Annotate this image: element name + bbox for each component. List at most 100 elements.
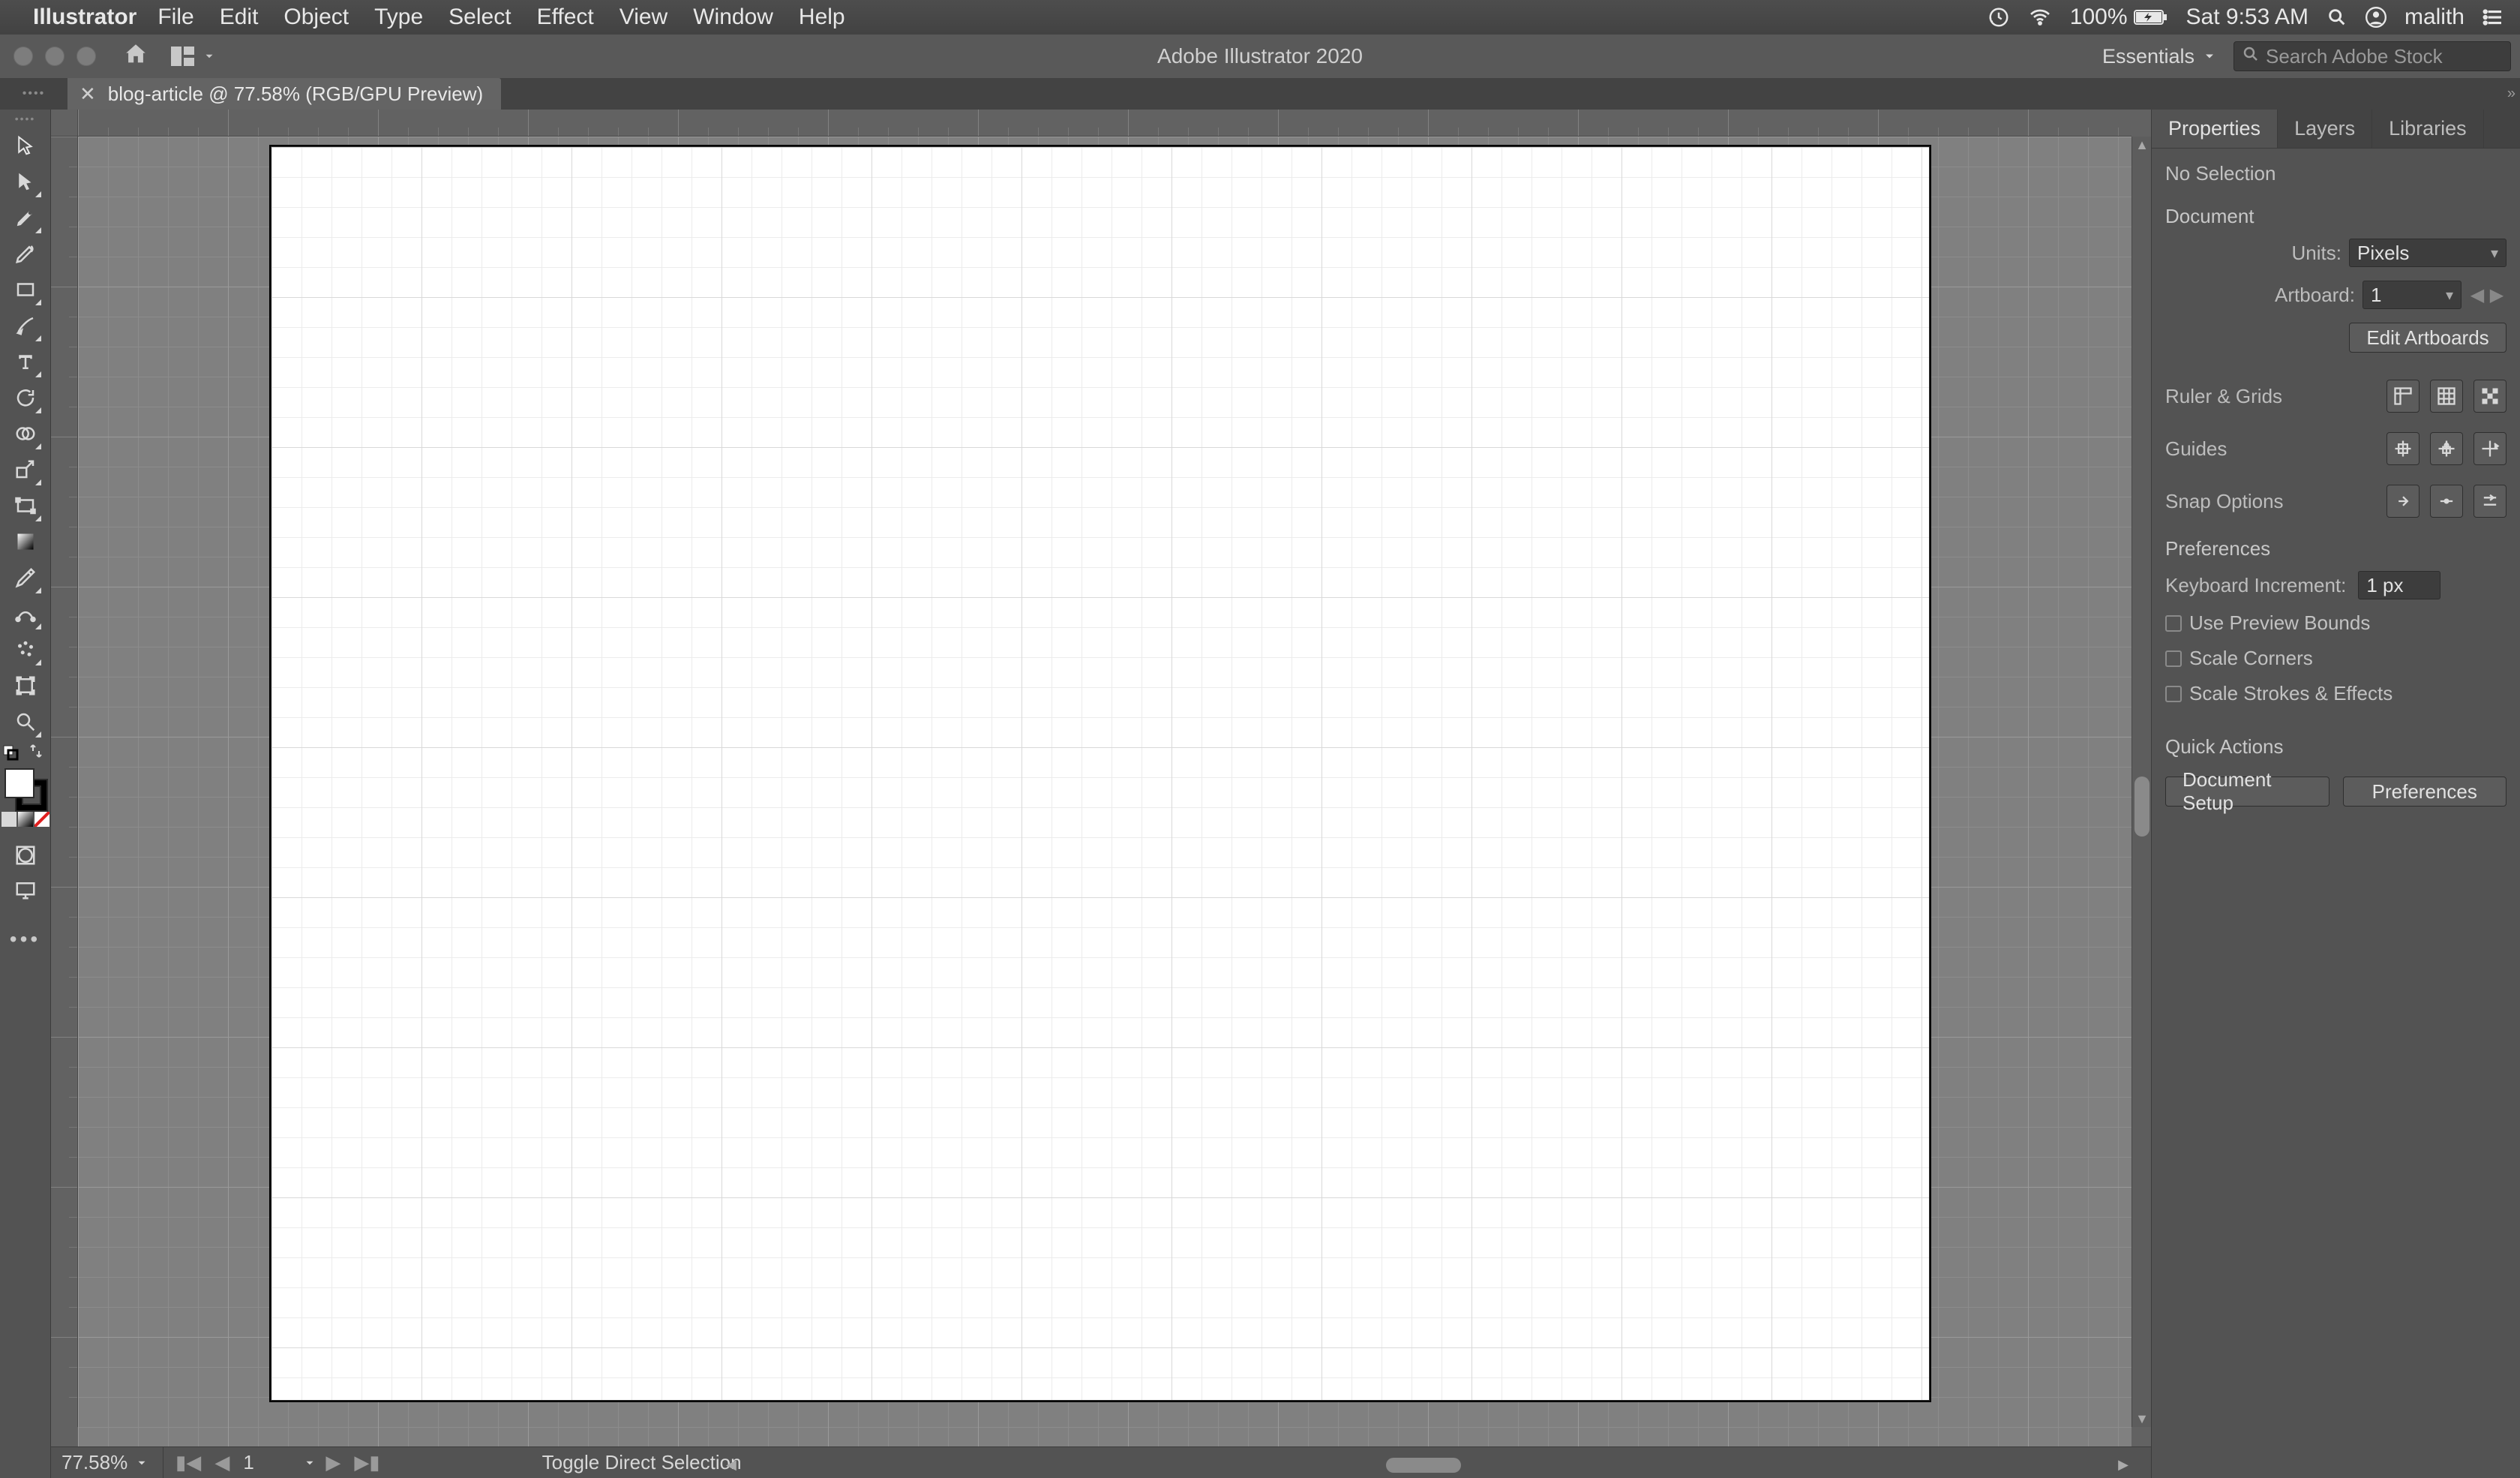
snap-to-point-icon[interactable] bbox=[2430, 485, 2463, 518]
checkbox-icon[interactable] bbox=[2165, 686, 2182, 702]
spotlight-icon[interactable] bbox=[2326, 7, 2348, 28]
fill-swatch[interactable] bbox=[4, 768, 34, 798]
next-artboard-icon[interactable]: ▶ bbox=[2487, 284, 2506, 306]
type-tool[interactable] bbox=[8, 344, 44, 380]
user-avatar-icon[interactable] bbox=[2366, 7, 2386, 28]
units-dropdown[interactable]: Pixels ▾ bbox=[2349, 239, 2506, 267]
scroll-left-icon[interactable]: ◀ bbox=[726, 1457, 736, 1473]
close-tab-icon[interactable]: ✕ bbox=[80, 83, 96, 106]
next-artboard-button[interactable]: ▶ bbox=[321, 1451, 345, 1474]
keyboard-increment-input[interactable]: 1 px bbox=[2358, 571, 2440, 599]
fill-stroke-swatch[interactable] bbox=[0, 767, 51, 810]
checkbox-icon[interactable] bbox=[2165, 650, 2182, 667]
use-preview-bounds-row[interactable]: Use Preview Bounds bbox=[2165, 611, 2506, 635]
first-artboard-button[interactable]: ▮◀ bbox=[171, 1451, 206, 1474]
artboard-tool[interactable] bbox=[8, 668, 44, 704]
menu-effect[interactable]: Effect bbox=[537, 5, 594, 30]
hscroll-thumb[interactable] bbox=[1386, 1458, 1461, 1473]
snap-to-grid-icon[interactable] bbox=[2474, 485, 2506, 518]
last-artboard-button[interactable]: ▶▮ bbox=[350, 1451, 384, 1474]
scroll-up-icon[interactable]: ▲ bbox=[2132, 137, 2152, 153]
ruler-origin[interactable] bbox=[51, 110, 78, 137]
show-guides-icon[interactable] bbox=[2386, 432, 2420, 465]
symbol-sprayer-tool[interactable] bbox=[8, 632, 44, 668]
chevron-down-icon[interactable] bbox=[303, 1456, 316, 1470]
adobe-stock-search[interactable]: Search Adobe Stock bbox=[2234, 41, 2511, 71]
snap-to-pixel-icon[interactable] bbox=[2386, 485, 2420, 518]
rotate-tool[interactable] bbox=[8, 380, 44, 416]
artboard-number[interactable]: 1 bbox=[238, 1451, 298, 1474]
time-machine-icon[interactable] bbox=[1988, 6, 2010, 29]
window-zoom-button[interactable] bbox=[76, 47, 96, 66]
toggle-transparency-grid-icon[interactable] bbox=[2474, 380, 2506, 413]
window-minimize-button[interactable] bbox=[45, 47, 64, 66]
prev-artboard-icon[interactable]: ◀ bbox=[2468, 284, 2487, 306]
vscroll-thumb[interactable] bbox=[2134, 777, 2150, 837]
eyedropper-tool[interactable] bbox=[8, 560, 44, 596]
prev-artboard-button[interactable]: ◀ bbox=[210, 1451, 234, 1474]
menu-view[interactable]: View bbox=[620, 5, 668, 30]
edit-toolbar-button[interactable]: ••• bbox=[10, 927, 40, 951]
expand-panels-icon[interactable]: » bbox=[2507, 86, 2516, 103]
vertical-scrollbar[interactable]: ▲ ▼ bbox=[2132, 137, 2151, 1427]
toolbox-grip[interactable]: •••• bbox=[15, 113, 36, 125]
gradient-tool[interactable] bbox=[8, 524, 44, 560]
artboard[interactable] bbox=[272, 147, 1929, 1400]
checkbox-icon[interactable] bbox=[2165, 615, 2182, 632]
blend-tool[interactable] bbox=[8, 596, 44, 632]
menu-window[interactable]: Window bbox=[693, 5, 773, 30]
curvature-tool[interactable] bbox=[8, 236, 44, 272]
preferences-button[interactable]: Preferences bbox=[2343, 777, 2507, 807]
selection-tool[interactable] bbox=[8, 128, 44, 164]
document-tab[interactable]: ✕ blog-article @ 77.58% (RGB/GPU Preview… bbox=[68, 78, 501, 110]
scroll-right-icon[interactable]: ▶ bbox=[2118, 1457, 2128, 1473]
artboard-dropdown[interactable]: 1 ▾ bbox=[2362, 281, 2462, 309]
color-mode-solid[interactable] bbox=[2, 812, 16, 827]
menu-object[interactable]: Object bbox=[284, 5, 349, 30]
menu-edit[interactable]: Edit bbox=[220, 5, 259, 30]
clock[interactable]: Sat 9:53 AM bbox=[2186, 5, 2308, 30]
menu-select[interactable]: Select bbox=[448, 5, 511, 30]
swap-fill-stroke-icon[interactable] bbox=[28, 741, 46, 765]
screen-mode-button[interactable] bbox=[10, 875, 40, 905]
scale-corners-row[interactable]: Scale Corners bbox=[2165, 647, 2506, 670]
zoom-level-dropdown[interactable]: 77.58% bbox=[51, 1447, 164, 1478]
menu-file[interactable]: File bbox=[158, 5, 194, 30]
wifi-icon[interactable] bbox=[2028, 5, 2052, 29]
width-tool[interactable] bbox=[8, 488, 44, 524]
tab-layers[interactable]: Layers bbox=[2278, 110, 2372, 148]
color-mode-none[interactable] bbox=[34, 812, 50, 827]
scale-tool[interactable] bbox=[8, 452, 44, 488]
scroll-down-icon[interactable]: ▼ bbox=[2132, 1410, 2152, 1427]
smart-guides-icon[interactable] bbox=[2474, 432, 2506, 465]
horizontal-scrollbar[interactable]: ◀ ▶ bbox=[726, 1457, 2128, 1473]
paintbrush-tool[interactable] bbox=[8, 308, 44, 344]
rectangle-tool[interactable] bbox=[8, 272, 44, 308]
direct-selection-tool[interactable] bbox=[8, 164, 44, 200]
toggle-grid-icon[interactable] bbox=[2430, 380, 2463, 413]
pen-tool[interactable] bbox=[8, 200, 44, 236]
tabbar-grip[interactable]: •••• bbox=[0, 78, 68, 110]
horizontal-ruler[interactable] bbox=[78, 110, 2132, 137]
tab-properties[interactable]: Properties bbox=[2152, 110, 2278, 148]
scale-strokes-row[interactable]: Scale Strokes & Effects bbox=[2165, 682, 2506, 705]
home-icon[interactable] bbox=[123, 41, 148, 72]
zoom-tool[interactable] bbox=[8, 704, 44, 740]
edit-artboards-button[interactable]: Edit Artboards bbox=[2349, 323, 2506, 353]
color-mode-gradient[interactable] bbox=[18, 812, 33, 827]
battery-status[interactable]: 100% bbox=[2070, 5, 2168, 30]
shape-builder-tool[interactable] bbox=[8, 416, 44, 452]
menu-type[interactable]: Type bbox=[374, 5, 423, 30]
window-close-button[interactable] bbox=[14, 47, 33, 66]
arrange-documents-icon[interactable] bbox=[171, 47, 216, 66]
tab-libraries[interactable]: Libraries bbox=[2372, 110, 2484, 148]
workspace-switcher[interactable]: Essentials bbox=[2095, 42, 2224, 71]
menubar-list-icon[interactable] bbox=[2482, 6, 2505, 29]
username[interactable]: malith bbox=[2404, 5, 2464, 30]
app-name[interactable]: Illustrator bbox=[33, 5, 136, 30]
lock-guides-icon[interactable] bbox=[2430, 432, 2463, 465]
draw-mode-button[interactable] bbox=[10, 840, 40, 870]
document-setup-button[interactable]: Document Setup bbox=[2165, 777, 2330, 807]
toggle-rulers-icon[interactable] bbox=[2386, 380, 2420, 413]
canvas-viewport[interactable] bbox=[78, 137, 2132, 1446]
